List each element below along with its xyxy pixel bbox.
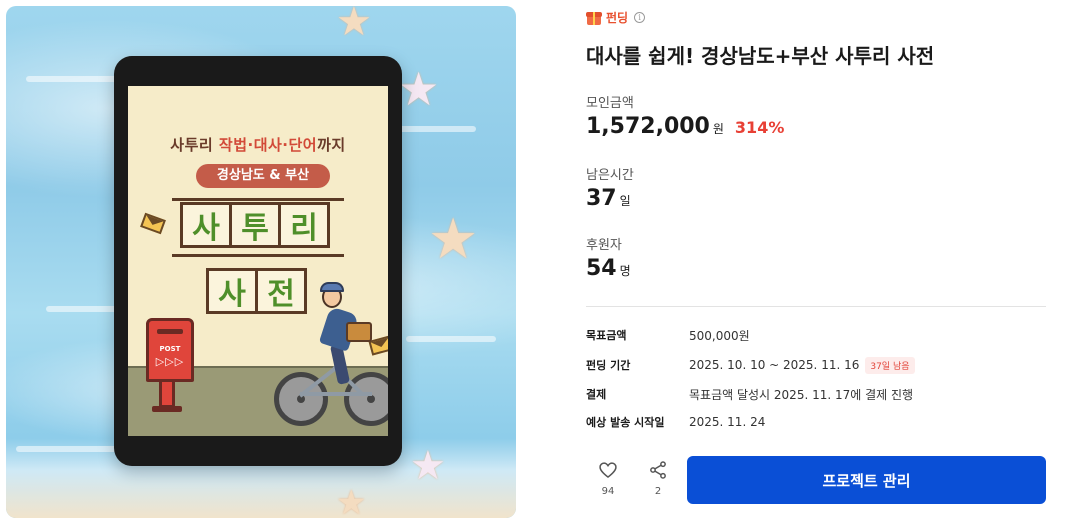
title-frame-line — [172, 198, 344, 201]
cover-region-pill: 경상남도 & 부산 — [196, 164, 330, 188]
wave-decoration — [406, 336, 496, 342]
raised-amount: 1,572,000 원 314% — [586, 114, 784, 139]
tablet-screen: 사투리 작법·대사·단어까지 경상남도 & 부산 사 투 리 사 전 POST … — [128, 86, 388, 436]
starfish-icon: ★ — [336, 6, 372, 45]
detail-row-payment: 결제 목표금액 달성시 2025. 11. 17에 결제 진행 — [586, 384, 1046, 404]
backers-value: 54 — [586, 256, 617, 281]
heart-icon — [599, 462, 617, 479]
detail-value: 목표금액 달성시 2025. 11. 17에 결제 진행 — [689, 387, 914, 402]
share-icon — [650, 461, 666, 479]
project-manage-button[interactable]: 프로젝트 관리 — [687, 456, 1046, 504]
cover-title-row-2: 사 전 — [206, 268, 307, 314]
share-count: 2 — [654, 486, 662, 497]
postbox-arrows: ▷▷▷ — [155, 355, 185, 368]
tablet-frame: 사투리 작법·대사·단어까지 경상남도 & 부산 사 투 리 사 전 POST … — [114, 56, 402, 466]
raised-unit: 원 — [712, 122, 724, 136]
postbox-label: POST — [159, 345, 181, 353]
funding-badge-label: 펀딩 — [606, 10, 629, 25]
project-page: ★ ★ ★ ★ ★ 사투리 작법·대사·단어까지 경상남도 & 부산 사 투 리… — [0, 0, 1076, 524]
backers-label: 후원자 — [586, 238, 622, 253]
rider-bag — [346, 322, 372, 342]
cover-title-char: 사 — [206, 268, 258, 314]
backers: 54 명 — [586, 256, 631, 281]
raised-percent: 314% — [734, 118, 785, 137]
days-remaining-tag: 37일 남음 — [865, 356, 915, 374]
cover-subtitle: 사투리 작법·대사·단어까지 — [128, 134, 388, 155]
detail-row-shipping: 예상 발송 시작일 2025. 11. 24 — [586, 412, 1046, 432]
period-dates: 2025. 10. 10 ~ 2025. 11. 16 — [689, 358, 860, 372]
postbox-base — [152, 406, 182, 412]
postbox-slot — [157, 329, 183, 334]
time-left-unit: 일 — [619, 194, 631, 208]
time-left: 37 일 — [586, 186, 631, 211]
raised-value: 1,572,000 — [586, 114, 710, 139]
project-cover-image: ★ ★ ★ ★ ★ 사투리 작법·대사·단어까지 경상남도 & 부산 사 투 리… — [6, 6, 516, 518]
detail-key: 펀딩 기간 — [586, 359, 631, 372]
time-left-value: 37 — [586, 186, 617, 211]
share-button[interactable]: 2 — [638, 456, 678, 502]
cover-subtitle-highlight: 작법·대사·단어 — [218, 136, 318, 154]
cover-subtitle-prefix: 사투리 — [170, 136, 219, 154]
detail-key: 예상 발송 시작일 — [586, 416, 665, 429]
detail-value: 2025. 10. 10 ~ 2025. 11. 16 37일 남음 — [689, 356, 915, 374]
detail-value: 500,000원 — [689, 328, 750, 343]
starfish-icon: ★ — [336, 483, 367, 518]
backers-unit: 명 — [619, 264, 631, 278]
detail-row-period: 펀딩 기간 2025. 10. 10 ~ 2025. 11. 16 37일 남음 — [586, 355, 1046, 375]
envelope-icon — [140, 212, 166, 235]
cover-title-char: 전 — [255, 268, 307, 314]
like-count: 94 — [601, 486, 615, 497]
detail-row-goal: 목표금액 500,000원 — [586, 325, 1046, 345]
action-bar: 94 2 프로젝트 관리 — [586, 456, 1046, 504]
detail-value: 2025. 11. 24 — [689, 415, 766, 429]
raised-label: 모인금액 — [586, 96, 634, 111]
time-left-label: 남은시간 — [586, 168, 634, 183]
starfish-icon: ★ — [398, 62, 440, 116]
detail-key: 목표금액 — [586, 329, 627, 342]
starfish-icon: ★ — [428, 207, 479, 272]
detail-key: 결제 — [586, 388, 607, 401]
section-divider — [586, 306, 1046, 307]
postbox-illustration: POST ▷▷▷ — [146, 318, 194, 382]
project-title: 대사를 쉽게! 경상남도+부산 사투리 사전 — [586, 44, 935, 68]
gift-icon — [586, 9, 602, 25]
cover-title-row-1: 사 투 리 — [180, 202, 330, 248]
like-button[interactable]: 94 — [588, 456, 628, 502]
info-icon[interactable]: i — [634, 11, 646, 23]
project-info-panel: 펀딩 i 대사를 쉽게! 경상남도+부산 사투리 사전 모인금액 1,572,0… — [586, 0, 1046, 524]
funding-badge: 펀딩 i — [586, 8, 646, 26]
postbox-leg — [159, 382, 175, 408]
cover-title-char: 사 — [180, 202, 232, 248]
rider-cap — [320, 282, 344, 292]
cover-title-char: 리 — [278, 202, 330, 248]
starfish-icon: ★ — [410, 443, 446, 489]
cover-subtitle-suffix: 까지 — [317, 136, 346, 154]
cover-title-char: 투 — [229, 202, 281, 248]
title-frame-line — [172, 254, 344, 257]
